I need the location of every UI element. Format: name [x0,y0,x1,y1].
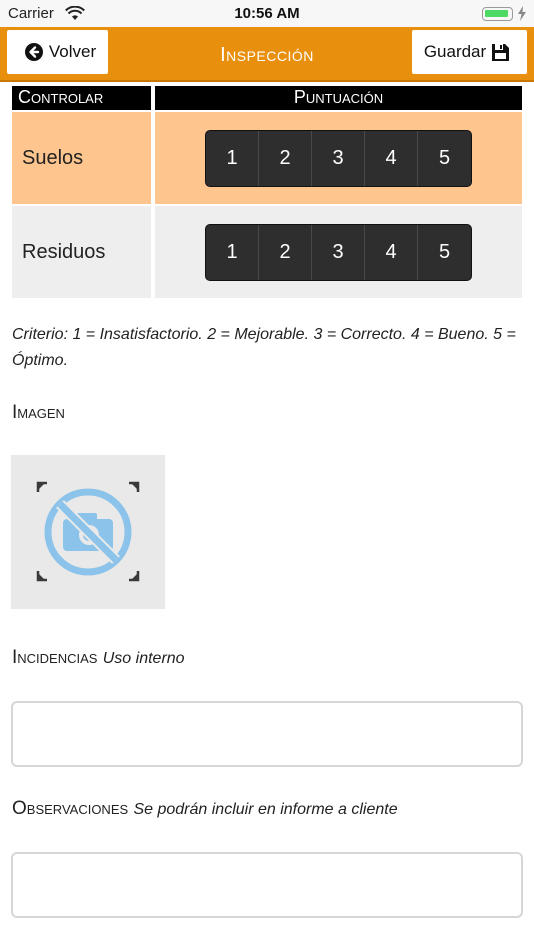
floppy-disk-icon [492,43,510,61]
score-option[interactable]: 5 [418,131,471,186]
score-option[interactable]: 2 [259,224,312,280]
incidents-section-label: Incidencias Uso interno [12,647,185,669]
image-picker[interactable] [11,455,165,609]
observations-note: Se podrán incluir en informe a cliente [133,801,398,818]
incidents-note: Uso interno [102,650,185,667]
nav-header: Volver Inspección Guardar [0,27,534,82]
score-cell: 1 2 3 4 5 [155,112,522,204]
no-camera-icon [36,481,140,582]
save-button[interactable]: Guardar [412,30,527,74]
observations-input[interactable] [11,852,523,918]
score-table: Controlar Puntuación Suelos 1 2 3 4 5 Re… [12,86,522,298]
charging-bolt-icon [518,6,526,21]
incidents-input[interactable] [11,701,523,767]
score-option[interactable]: 2 [259,130,312,186]
score-option[interactable]: 4 [365,130,418,186]
score-option[interactable]: 3 [312,130,365,186]
criteria-text: Criterio: 1 = Insatisfactorio. 2 = Mejor… [12,326,516,369]
column-header-score: Puntuación [155,86,522,110]
score-cell: 1 2 3 4 5 [155,206,522,298]
score-option[interactable]: 1 [206,224,259,280]
save-label: Guardar [423,42,487,61]
score-segmented-control: 1 2 3 4 5 [205,129,472,187]
score-segmented-control: 1 2 3 4 5 [205,223,472,281]
column-header-control: Controlar [12,86,151,110]
observations-section-label: Observaciones Se podrán incluir en infor… [12,798,398,820]
row-label: Suelos [12,112,151,204]
table-header: Controlar Puntuación [12,86,522,110]
status-bar: Carrier 10:56 AM [0,0,534,27]
score-option[interactable]: 5 [418,225,471,280]
observations-label: Observaciones [12,798,129,819]
score-option[interactable]: 3 [312,224,365,280]
table-row: Suelos 1 2 3 4 5 [12,112,522,204]
score-option[interactable]: 1 [206,130,259,186]
battery-icon [482,7,513,21]
status-time: 10:56 AM [234,5,300,22]
row-label: Residuos [12,206,151,298]
incidents-label: Incidencias [12,647,98,668]
image-section-label: Imagen [12,402,65,423]
table-row: Residuos 1 2 3 4 5 [12,206,522,298]
score-option[interactable]: 4 [365,224,418,280]
